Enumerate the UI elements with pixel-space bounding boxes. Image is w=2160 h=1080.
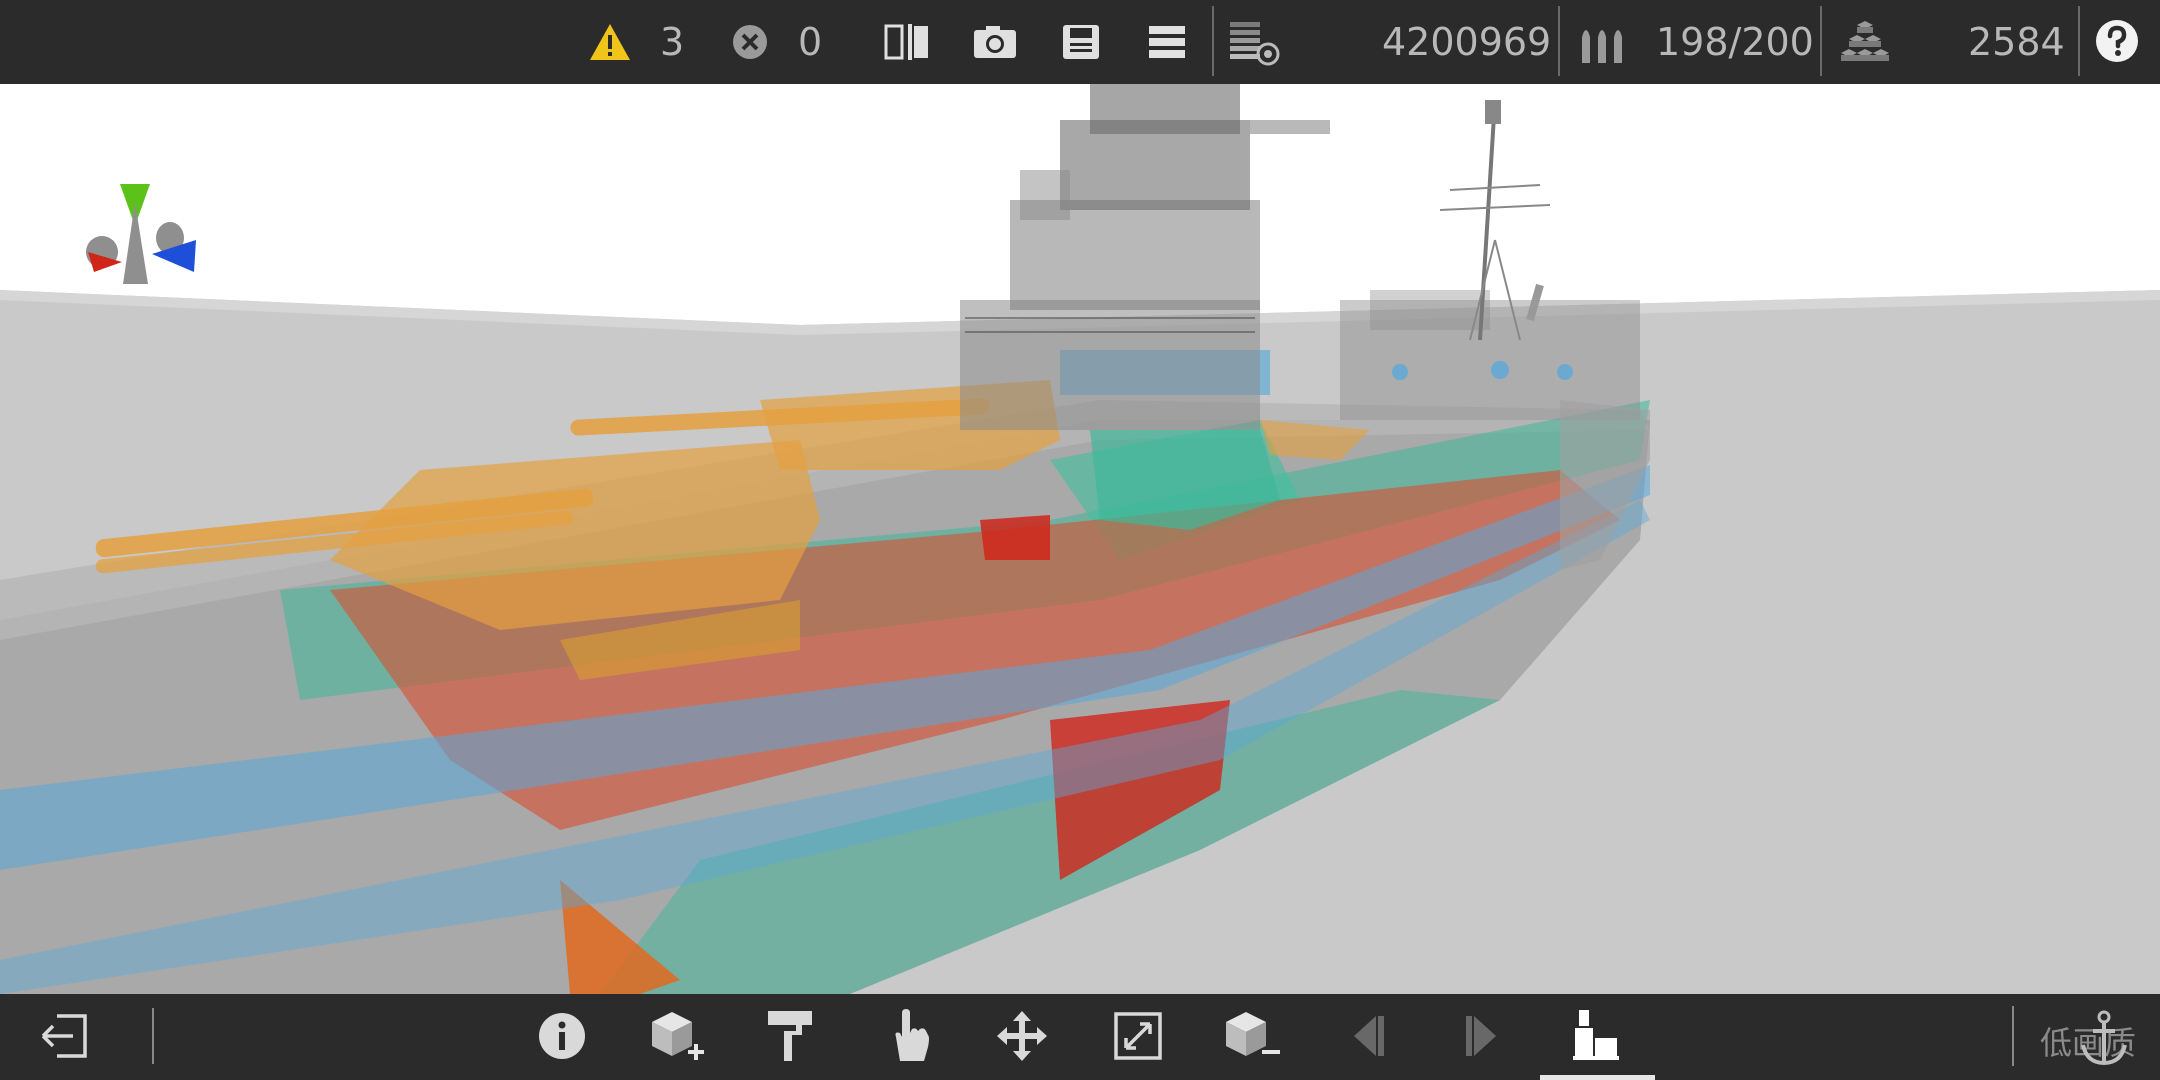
info-icon[interactable] [536,1010,588,1062]
parts-icon [1840,18,1890,68]
remove-part-icon[interactable] [1222,1008,1282,1064]
top-divider [1212,6,1214,76]
paint-icon[interactable] [764,1008,818,1064]
errors-count: 0 [798,20,823,64]
bottom-divider [2012,1006,2014,1066]
save-icon[interactable] [1060,22,1102,62]
bottom-toolbar: 低画质 [0,994,2160,1080]
cost-value: 4200969 [1382,20,1552,64]
camera-icon[interactable] [972,22,1018,62]
axis-y-grey-icon [123,202,148,284]
top-divider [1820,6,1822,76]
add-part-icon[interactable] [648,1008,706,1064]
bottom-divider [152,1008,154,1064]
scale-icon[interactable] [1110,1008,1166,1064]
ammo-value: 198/200 [1656,20,1814,64]
orientation-gizmo[interactable] [60,134,210,284]
layers-icon[interactable] [1228,20,1280,66]
ship-view-icon[interactable] [1568,1006,1624,1064]
select-icon[interactable] [882,1006,936,1064]
parts-count: 2584 [1968,20,2065,64]
active-tool-indicator [1540,1075,1655,1080]
error-icon[interactable] [730,22,770,62]
menu-icon[interactable] [1146,22,1188,62]
exit-icon[interactable] [38,1010,90,1062]
warnings-count: 3 [660,20,685,64]
help-icon[interactable] [2094,18,2140,64]
move-icon[interactable] [994,1008,1050,1064]
ship-render [0,84,2160,994]
prev-icon[interactable] [1346,1010,1390,1062]
warning-icon[interactable] [588,20,632,64]
split-view-icon[interactable] [884,22,930,62]
top-divider [2078,6,2080,76]
next-icon[interactable] [1460,1010,1504,1062]
top-divider [1558,6,1560,76]
top-toolbar: 3 0 4200969 198/200 2584 [0,0,2160,84]
ammo-icon [1576,20,1628,66]
3d-viewport[interactable] [0,84,2160,994]
anchor-icon[interactable] [2076,1008,2132,1068]
